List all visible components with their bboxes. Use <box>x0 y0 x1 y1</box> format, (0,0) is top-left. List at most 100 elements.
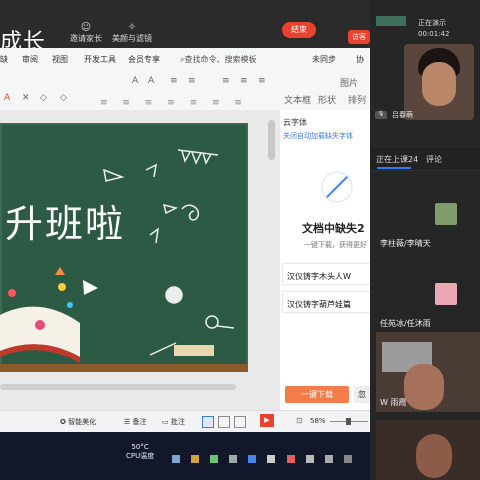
fit-window-icon[interactable]: ⊡ <box>296 416 303 425</box>
share-top-bar <box>0 0 370 48</box>
comments-button[interactable]: ▭ 批注 <box>162 417 185 427</box>
sync-status[interactable]: 未同步 <box>312 54 336 65</box>
align-icon[interactable]: ≡ <box>222 76 230 86</box>
menu-collab[interactable]: 协 <box>356 54 364 65</box>
textbox-button[interactable]: 文本框 <box>284 93 311 106</box>
notes-button[interactable]: ☰ 备注 <box>124 417 147 427</box>
clear-format-icon[interactable]: ✕ <box>22 93 30 103</box>
command-search[interactable]: ⌕查找命令、搜索模板 <box>180 54 256 65</box>
paper-plane-icon <box>83 280 98 295</box>
app-icon[interactable] <box>286 455 295 463</box>
tab-attendees[interactable]: 正在上课24 <box>376 154 418 165</box>
network-icon[interactable] <box>305 455 314 463</box>
paragraph-tools: ≡ ≡ ≡ ≡ ≡ ≡ ≡ ≡ <box>100 98 248 127</box>
menu-member[interactable]: 会员专享 <box>128 54 160 65</box>
soccer-ball-icon <box>165 286 183 304</box>
menu-dev-tools[interactable]: 开发工具 <box>84 54 116 65</box>
align-icon[interactable]: ≡ <box>188 76 196 86</box>
vertical-scrollbar[interactable] <box>268 120 275 160</box>
bunting-line <box>177 149 219 156</box>
chalk-mark <box>149 227 159 244</box>
stop-sharing-button[interactable]: 结束 <box>282 22 316 38</box>
attendee-name[interactable]: 李柱薇/李晴天 <box>380 238 431 249</box>
font-size-down-icon[interactable]: A <box>148 76 154 86</box>
auto-load-fonts-link[interactable]: 关闭自动加载缺失字体 <box>283 131 353 141</box>
attendee-name[interactable]: 任苑冰/任沐雨 <box>380 318 431 329</box>
mic-icon: 🎙 <box>375 111 387 119</box>
shape-icon[interactable]: ◇ <box>60 93 67 103</box>
grid-view-icon[interactable] <box>218 416 230 428</box>
font-item[interactable]: 汉仪铸字葫芦娃篇 <box>283 292 370 312</box>
notes-icon: ☰ <box>124 418 131 426</box>
ignore-button[interactable]: 忽 <box>354 386 370 403</box>
menu-review[interactable]: 审阅 <box>22 54 38 65</box>
shape-icon[interactable]: ◇ <box>40 93 47 103</box>
avatar <box>435 283 457 305</box>
picture-button[interactable]: 图片 <box>340 76 358 89</box>
align-icon[interactable]: ≡ <box>170 76 178 86</box>
chalk-mark <box>145 163 157 178</box>
align-icon[interactable]: ≡ <box>240 76 248 86</box>
screen-share-view: 成长 ☺ 邀请家长 ✧ 美颜与滤镜 结束 访客 缺 审阅 视图 开发工具 会员专… <box>0 0 370 480</box>
visitor-button[interactable]: 访客 <box>348 30 370 44</box>
font-color-icon[interactable]: A <box>4 93 10 103</box>
download-all-button[interactable]: 一键下载 <box>285 386 349 403</box>
presenter-video[interactable] <box>404 44 474 120</box>
volume-icon[interactable] <box>324 455 333 463</box>
people-icon: ☺ <box>80 22 92 33</box>
arrange-button[interactable]: 排列 <box>348 93 366 106</box>
app-icon[interactable] <box>172 455 180 463</box>
magnifier-handle <box>216 325 235 329</box>
font-illustration-icon <box>321 171 353 203</box>
sparkle-icon: ✧ <box>127 22 137 33</box>
chalk-dot <box>35 320 45 330</box>
chalk-triangle <box>55 267 65 275</box>
beauty-filter-button[interactable]: ✧ 美颜与滤镜 <box>110 22 154 44</box>
app-icon[interactable] <box>267 455 276 463</box>
align-icon[interactable]: ≡ <box>258 76 266 86</box>
menu-view[interactable]: 视图 <box>52 54 68 65</box>
missing-font-subtitle: 一键下载，获得更好 <box>304 241 367 249</box>
play-slideshow-icon[interactable]: ▶ <box>260 414 274 427</box>
wechat-icon[interactable] <box>210 455 219 463</box>
app-icon[interactable] <box>229 455 238 463</box>
tab-comments[interactable]: 评论 <box>426 154 442 165</box>
slide-title: 升班啦 <box>5 202 126 246</box>
menu-item[interactable]: 缺 <box>0 54 8 65</box>
paper-plane-icon <box>103 168 125 182</box>
tray-icons <box>172 448 362 463</box>
presenting-status: 正在演示 <box>418 19 446 27</box>
reading-view-icon[interactable] <box>234 416 246 428</box>
notification-icon[interactable] <box>343 455 352 463</box>
active-tab-indicator <box>377 167 411 169</box>
face-shape <box>404 364 444 410</box>
attendee-video[interactable] <box>376 420 480 480</box>
font-item[interactable]: 汉仪铸字木头人W <box>283 264 370 284</box>
chalk-dot <box>67 302 73 308</box>
app-icon[interactable] <box>248 455 257 463</box>
chalk-stick <box>149 342 177 356</box>
attendee-name[interactable]: W 雨霞 <box>380 397 406 408</box>
magic-icon: ✪ <box>60 418 66 426</box>
font-size-up-icon[interactable]: A <box>132 76 138 86</box>
avatar <box>435 203 457 225</box>
normal-view-icon[interactable] <box>202 416 214 428</box>
face-shape <box>422 62 456 106</box>
meeting-timer: 00:01:42 <box>418 30 450 38</box>
invite-parents-button[interactable]: ☺ 邀请家长 <box>66 22 106 44</box>
shape-button[interactable]: 形状 <box>318 93 336 106</box>
cloud-font-panel <box>280 110 370 410</box>
smart-beautify-button[interactable]: ✪ 智能美化 <box>60 417 96 427</box>
flask-icon <box>8 289 16 297</box>
face-shape <box>416 434 452 478</box>
horizontal-scrollbar[interactable] <box>0 384 236 390</box>
missing-font-title: 文档中缺失2 <box>302 222 365 235</box>
chalk-dot <box>58 283 66 291</box>
magnifier-icon <box>205 315 219 329</box>
zoom-slider-thumb[interactable] <box>346 418 351 425</box>
presenter-share-thumb <box>376 16 406 26</box>
app-icon[interactable] <box>191 455 200 463</box>
zoom-level[interactable]: 58% <box>310 417 326 425</box>
chalk-swirl <box>181 204 200 221</box>
paper-plane-icon <box>162 203 179 215</box>
